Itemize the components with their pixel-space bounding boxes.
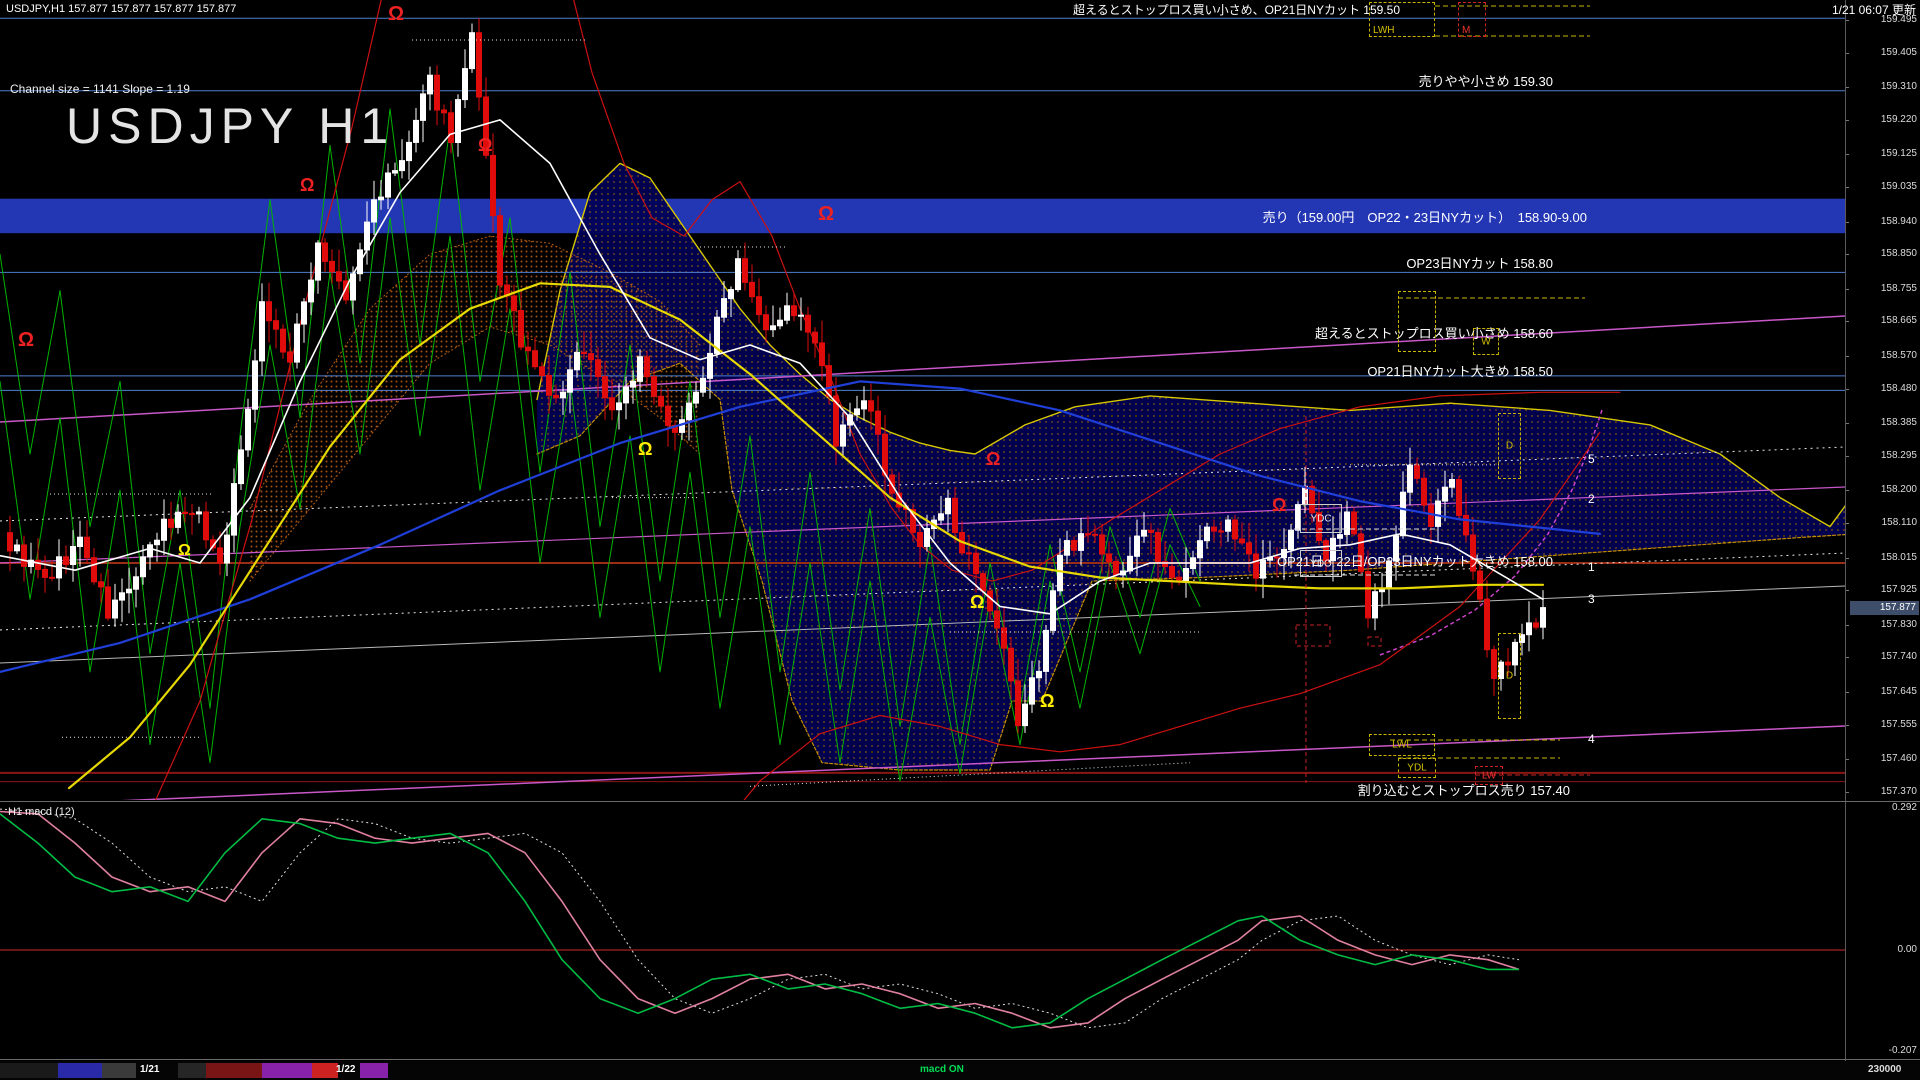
price-tick: 158.200 <box>1880 484 1917 496</box>
trading-chart-window: H1 macd (12) 159.495 159.405 159.310 159.22… <box>0 0 1920 1080</box>
macd-on: macd ON <box>920 1064 964 1075</box>
price-tick: 158.755 <box>1880 282 1917 294</box>
session-segment <box>102 1063 136 1078</box>
session-segment <box>360 1063 388 1078</box>
price-tick: 158.295 <box>1880 449 1917 461</box>
price-tick: 159.405 <box>1880 46 1917 58</box>
timeline-bar[interactable]: 1/21 1/22 macd ON 230000 <box>0 1061 1920 1080</box>
macd-indicator-label: H1 macd (12) <box>8 806 75 818</box>
price-scale[interactable]: 159.495 159.405 159.310 159.220 159.125 159.0… <box>1845 0 1920 1080</box>
session-segment <box>58 1063 102 1078</box>
price-tick: 158.570 <box>1880 349 1917 361</box>
price-tick: 159.495 <box>1880 13 1917 25</box>
date-1-22: 1/22 <box>336 1064 356 1075</box>
main-chart-canvas[interactable] <box>0 0 1845 800</box>
scale-230000: 230000 <box>1868 1064 1902 1075</box>
session-segment <box>178 1063 206 1078</box>
price-tick: 158.940 <box>1880 215 1917 227</box>
price-tick: 159.220 <box>1880 113 1917 125</box>
session-segment <box>0 1063 58 1078</box>
macd-scale-tick: 0.00 <box>1897 944 1917 955</box>
macd-scale-tick: 0.292 <box>1891 802 1917 814</box>
price-tick: 158.110 <box>1881 517 1917 528</box>
price-tick: 157.645 <box>1880 685 1917 697</box>
price-tick: 157.925 <box>1880 584 1917 596</box>
price-tick: 157.830 <box>1880 618 1917 630</box>
panel-separator-bottom <box>0 1059 1920 1060</box>
panel-separator-top <box>0 801 1920 802</box>
price-tick: 158.665 <box>1880 315 1917 327</box>
price-tick: 157.460 <box>1880 753 1917 765</box>
session-segment <box>206 1063 262 1078</box>
scale-separator <box>1845 0 1846 1080</box>
price-tick: 159.035 <box>1880 181 1917 193</box>
current-price-tag: 157.877 <box>1850 600 1919 615</box>
price-tick: 159.310 <box>1880 81 1917 93</box>
price-tick: 159.125 <box>1880 148 1917 160</box>
price-tick: 158.015 <box>1880 551 1917 563</box>
macd-scale-tick: -0.207 <box>1888 1044 1917 1056</box>
price-tick: 157.555 <box>1880 718 1917 730</box>
price-tick: 157.370 <box>1880 785 1917 797</box>
price-tick: 158.385 <box>1880 417 1917 429</box>
session-segment <box>262 1063 312 1078</box>
price-tick: 158.850 <box>1880 248 1917 260</box>
session-segment <box>312 1063 338 1078</box>
date-1-21: 1/21 <box>140 1064 160 1075</box>
price-tick: 158.480 <box>1880 382 1917 394</box>
macd-canvas[interactable] <box>0 802 1845 1058</box>
price-tick: 157.740 <box>1880 651 1917 663</box>
